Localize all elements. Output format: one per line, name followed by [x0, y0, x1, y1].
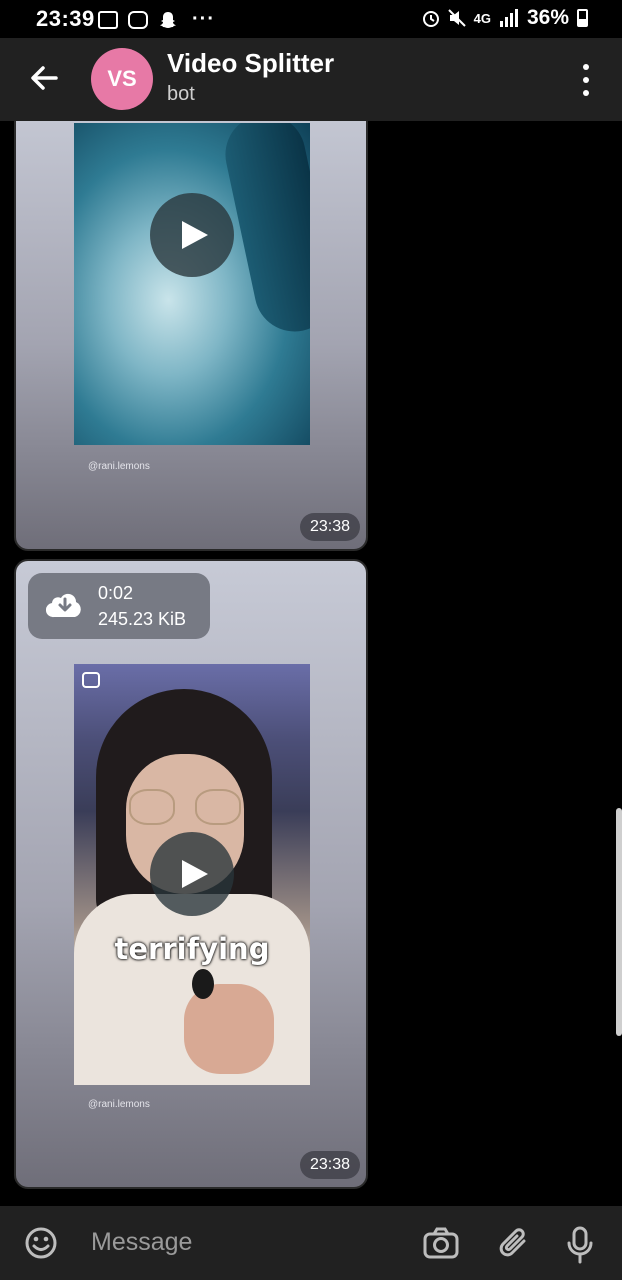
chat-header: VS Video Splitter bot — [0, 38, 622, 121]
emoji-icon[interactable] — [24, 1226, 58, 1260]
chat-title[interactable]: Video Splitter — [167, 48, 334, 79]
network-type: 4G — [473, 10, 491, 26]
file-size: 245.23 KiB — [98, 609, 187, 629]
mute-icon — [447, 9, 466, 27]
chat-area[interactable]: @rani.lemons 23:38 0:02 245.23 KiB terri… — [0, 121, 622, 1206]
message-time: 23:38 — [299, 513, 360, 541]
back-arrow-icon[interactable] — [24, 58, 64, 98]
alarm-icon — [422, 11, 439, 27]
attach-icon[interactable] — [498, 1226, 530, 1262]
battery-icon — [577, 9, 588, 27]
play-button[interactable] — [150, 193, 234, 277]
app-notification-icon — [128, 10, 148, 29]
system-icons: 4G 36% — [422, 6, 588, 30]
signal-icon — [499, 9, 518, 27]
video-message[interactable]: 0:02 245.23 KiB terrifying @rani.lemons … — [14, 559, 368, 1189]
avatar-initials: VS — [107, 66, 137, 91]
more-options-icon[interactable] — [578, 64, 594, 96]
cloud-download-icon — [46, 593, 81, 618]
battery-level: 36% — [526, 6, 569, 29]
play-icon — [182, 221, 208, 249]
video-watermark: @rani.lemons — [88, 1099, 150, 1110]
video-watermark: @rani.lemons — [88, 461, 150, 472]
video-thumbnail[interactable]: terrifying — [74, 664, 310, 1085]
video-message[interactable]: @rani.lemons 23:38 — [14, 121, 368, 551]
camera-icon[interactable] — [422, 1226, 460, 1260]
microphone-icon[interactable] — [566, 1226, 594, 1264]
video-caption: terrifying — [114, 932, 270, 966]
reels-icon — [82, 672, 100, 688]
play-button[interactable] — [150, 832, 234, 916]
video-duration: 0:02 — [98, 583, 134, 603]
video-thumbnail[interactable] — [74, 123, 310, 445]
download-button[interactable]: 0:02 245.23 KiB — [28, 573, 210, 639]
snapchat-icon — [160, 11, 176, 28]
status-time: 23:39 — [36, 6, 95, 31]
play-icon — [182, 860, 208, 888]
message-input[interactable]: Message — [91, 1228, 192, 1257]
chat-subtitle: bot — [167, 83, 195, 105]
message-composer: Message — [0, 1206, 622, 1280]
more-notifications-icon: ··· — [192, 8, 215, 30]
notification-icons: ··· — [98, 8, 215, 31]
gallery-icon — [98, 10, 118, 29]
status-bar: 23:39 ··· 4G 36% — [0, 0, 622, 38]
scrollbar[interactable] — [616, 808, 622, 1036]
message-time: 23:38 — [299, 1151, 360, 1179]
avatar[interactable]: VS — [91, 48, 153, 110]
